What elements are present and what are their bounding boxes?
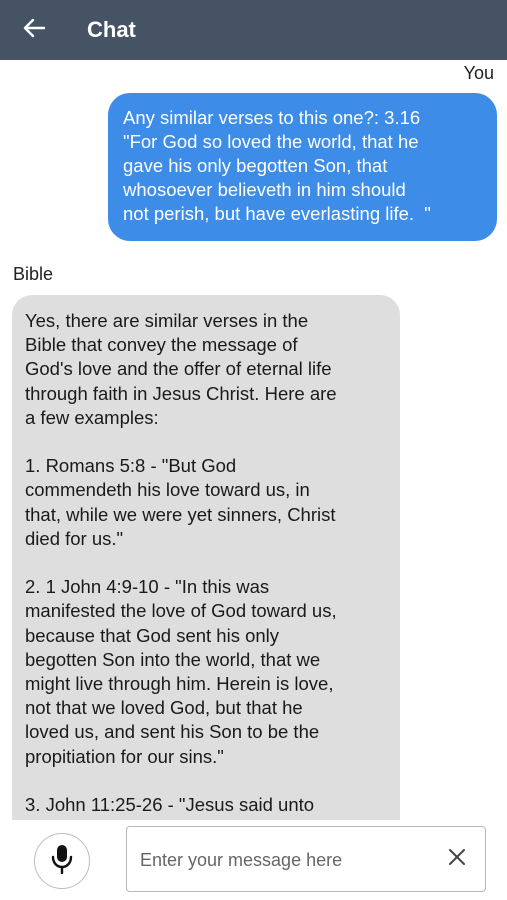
- arrow-left-icon: [23, 18, 46, 43]
- bot-message-bubble: Yes, there are similar verses in the Bib…: [12, 295, 400, 820]
- microphone-icon: [51, 844, 73, 879]
- back-button[interactable]: [14, 12, 54, 48]
- sender-label-bot: Bible: [13, 264, 54, 284]
- page-title: Chat: [87, 17, 136, 42]
- microphone-button[interactable]: [34, 833, 90, 889]
- user-message-bubble: Any similar verses to this one?: 3.16 "F…: [108, 93, 497, 241]
- app-header: Chat: [0, 0, 507, 60]
- chat-messages[interactable]: You Any similar verses to this one?: 3.1…: [0, 60, 507, 820]
- message-composer: [0, 820, 507, 900]
- close-icon: [448, 848, 466, 871]
- sender-label-user: You: [463, 63, 494, 83]
- clear-input-button[interactable]: [445, 847, 469, 871]
- message-input[interactable]: [140, 845, 430, 875]
- message-input-box: [126, 826, 486, 892]
